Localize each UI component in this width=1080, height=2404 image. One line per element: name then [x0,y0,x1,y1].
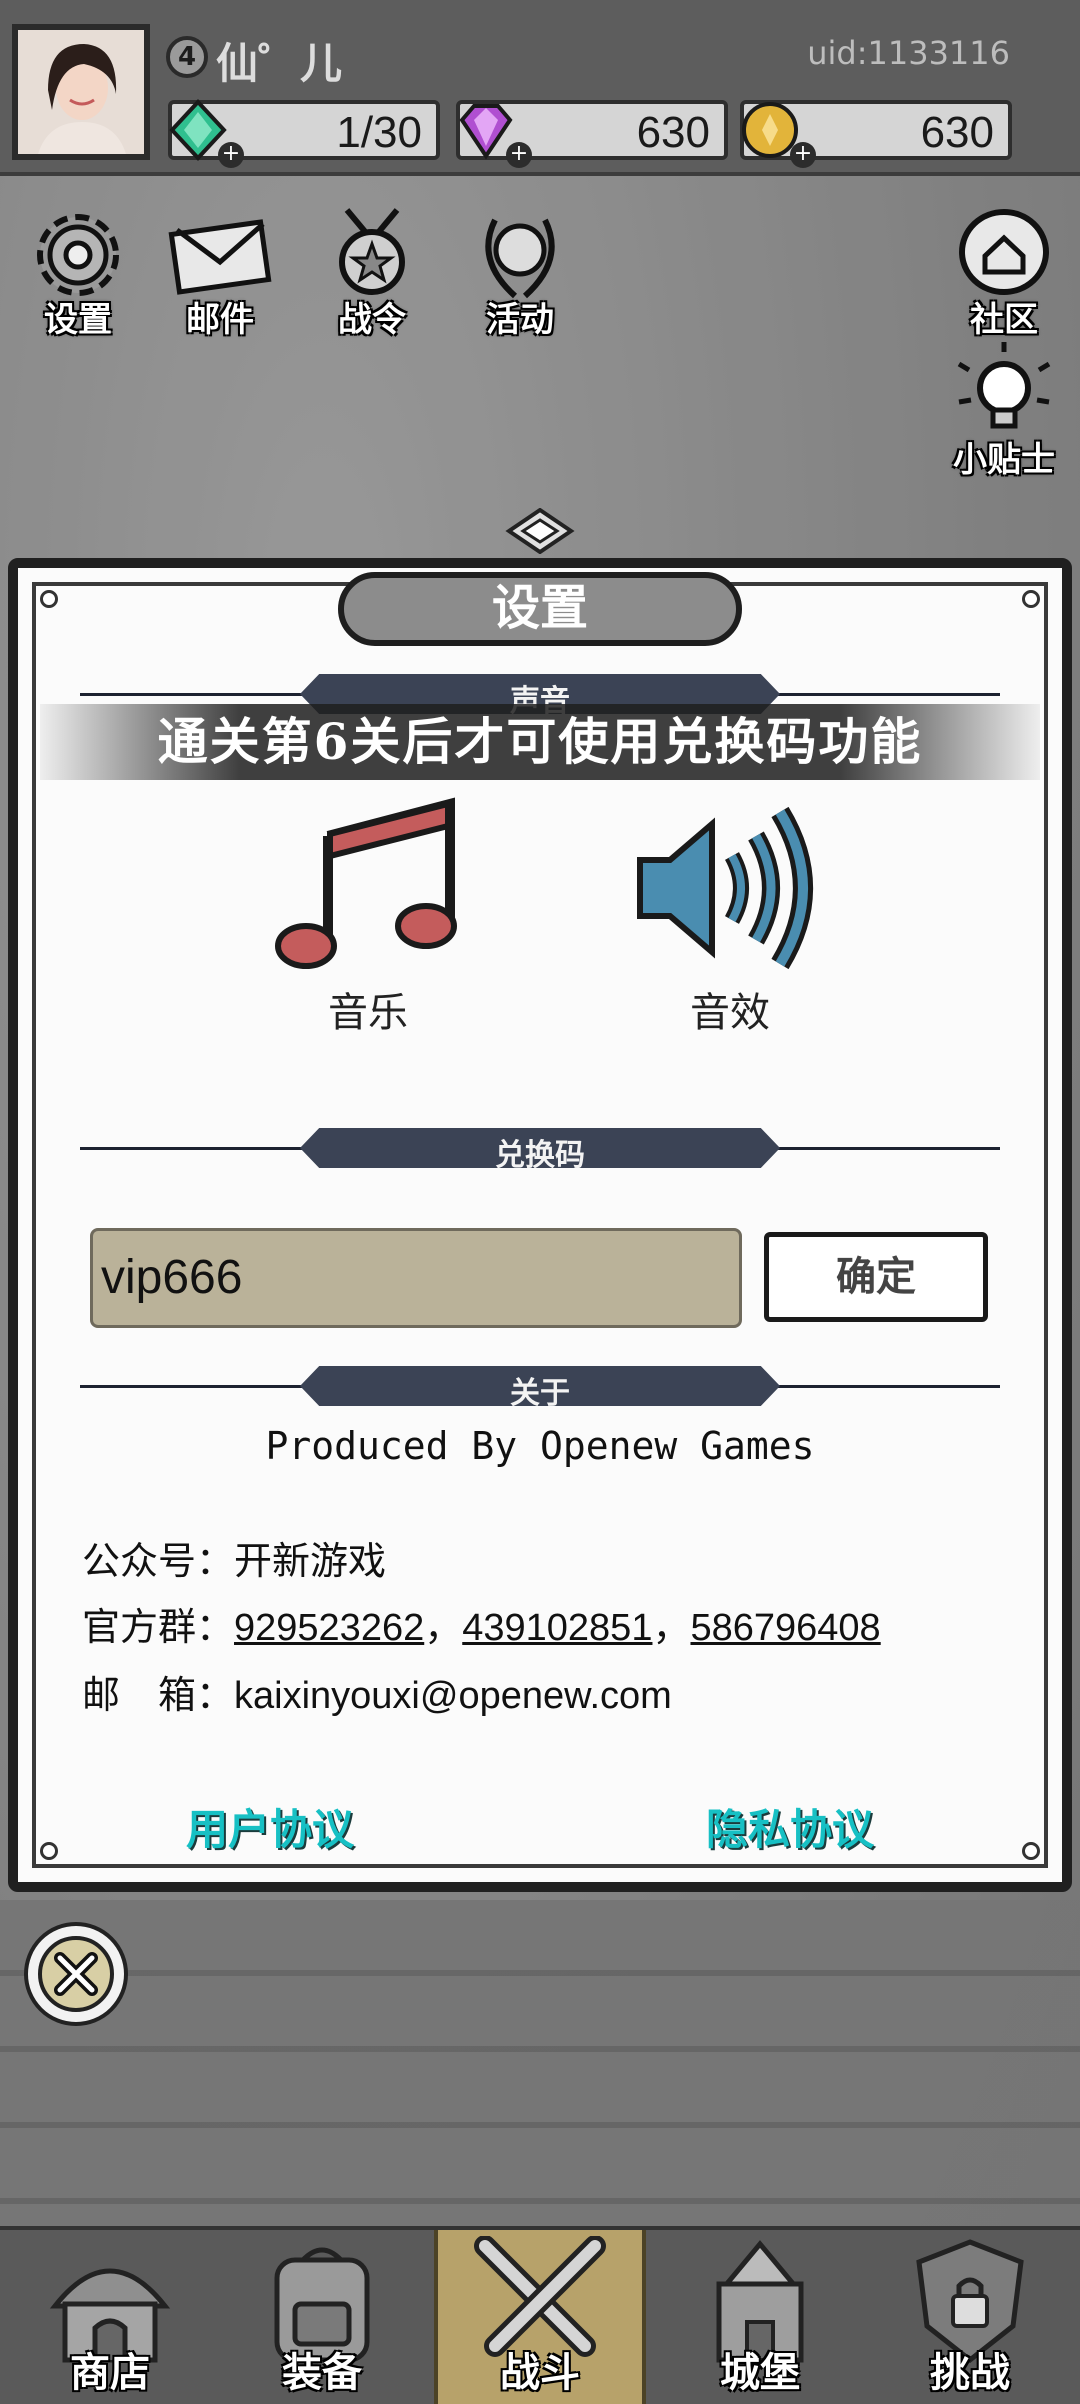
speaker-icon [637,806,813,970]
modal-crest-ornament [505,508,575,554]
coin-value: 630 [920,108,994,157]
section-redeem-label: 兑换码 [495,1138,585,1173]
player-uid: uid:1133116 [807,34,1010,72]
community-button[interactable]: 社区 [944,200,1064,360]
nav-castle[interactable]: 城堡 [660,2230,860,2404]
official-account-key: 公众号： [82,1539,235,1583]
energy-value: 1/30 [336,108,422,157]
add-energy-icon[interactable]: + [218,142,244,168]
nav-challenge[interactable]: 挑战 [870,2230,1070,2404]
tips-label: 小贴士 [953,440,1055,480]
avatar[interactable] [12,24,150,160]
email-key: 邮 箱： [82,1673,235,1717]
user-agreement-link[interactable]: 用户协议 [186,1796,354,1857]
nav-battle-label: 战斗 [500,2350,580,2396]
nav-equipment[interactable]: 装备 [222,2230,422,2404]
official-account-row: 公众号：开新游戏 [82,1530,386,1585]
music-label: 音乐 [328,990,408,1036]
music-note-icon [275,797,457,969]
coin-counter[interactable]: + 630 [740,100,1012,168]
nav-shop[interactable]: 商店 [10,2230,210,2404]
close-button[interactable] [24,1922,128,2026]
official-account-value: 开新游戏 [234,1539,387,1583]
redeem-code-input[interactable]: vip666 [90,1228,742,1328]
official-group-row: 官方群：929523262，439102851，586796408 [82,1596,881,1651]
add-diamond-icon[interactable]: + [506,142,532,168]
section-header-redeem: 兑换码 [80,1124,1000,1174]
nav-challenge-label: 挑战 [930,2350,1010,2396]
confirm-button[interactable]: 确定 [764,1232,988,1322]
section-about-label: 关于 [510,1376,570,1411]
top-status-bar: 4 仙゜儿 uid:1133116 + 1/30 + 630 + 630 [0,0,1080,176]
bottom-navigation: 商店 装备 战斗 城堡 挑战 [0,2226,1080,2404]
group-link-2[interactable]: 439102851 [462,1607,652,1649]
corner-rivet [1022,1842,1040,1860]
privacy-agreement-link[interactable]: 隐私协议 [706,1796,874,1857]
corner-rivet [40,1842,58,1860]
group-separator: ， [652,1605,691,1649]
email-row: 邮 箱：kaixinyouxi@openew.com [82,1664,672,1719]
produced-by-text: Produced By Openew Games [265,1424,815,1468]
nav-shop-label: 商店 [70,2350,150,2396]
redeem-unlock-notice: 通关第6关后才可使用兑换码功能 [40,704,1040,780]
group-link-1[interactable]: 929523262 [234,1607,424,1649]
modal-title: 设置 [491,580,588,636]
diamond-value: 630 [636,108,710,157]
tips-button[interactable]: 小贴士 [944,340,1064,500]
corner-rivet [40,590,58,608]
modal-title-plate: 设置 [338,572,742,646]
redeem-unlock-notice-text: 通关第6关后才可使用兑换码功能 [157,712,923,771]
player-level-badge: 4 [166,36,208,78]
nav-equipment-label: 装备 [282,2350,362,2396]
group-link-3[interactable]: 586796408 [690,1607,880,1649]
section-header-about: 关于 [80,1362,1000,1412]
player-name: 仙゜儿 [216,39,343,88]
music-toggle[interactable]: 音乐 [258,796,478,1056]
add-coin-icon[interactable]: + [790,142,816,168]
group-separator: ， [424,1605,463,1649]
corner-rivet [1022,590,1040,608]
nav-battle[interactable]: 战斗 [434,2230,646,2404]
mail-button[interactable]: 邮件 [160,200,280,360]
events-button[interactable]: 活动 [460,200,580,360]
email-value[interactable]: kaixinyouxi@openew.com [234,1675,672,1717]
sound-effects-toggle[interactable]: 音效 [620,796,840,1056]
diamond-counter[interactable]: + 630 [456,100,728,168]
energy-counter[interactable]: + 1/30 [168,99,440,168]
nav-castle-label: 城堡 [720,2350,800,2396]
battle-pass-button[interactable]: 战令 [312,200,432,360]
close-icon [38,1936,114,2012]
settings-menu-button[interactable]: 设置 [18,200,138,360]
official-group-key: 官方群： [82,1605,235,1649]
sfx-label: 音效 [690,990,770,1036]
